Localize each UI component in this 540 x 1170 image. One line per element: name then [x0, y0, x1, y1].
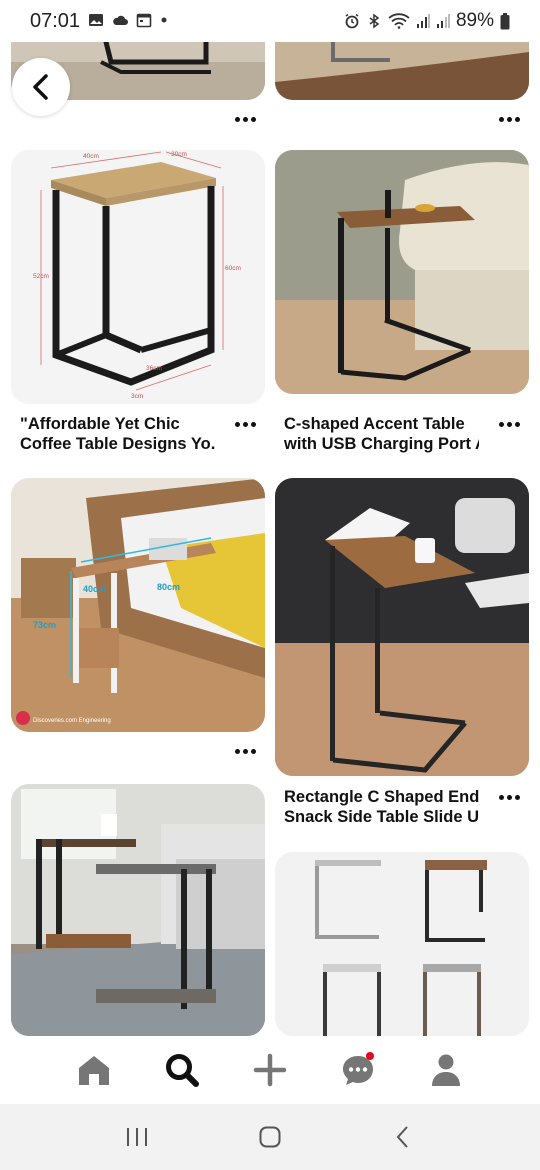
more-options-button[interactable] [495, 113, 523, 125]
home-system-button[interactable] [250, 1117, 290, 1157]
pin-image[interactable] [275, 478, 529, 776]
wifi-icon [388, 13, 410, 29]
dim-label: 73cm [33, 620, 56, 630]
nav-messages[interactable] [336, 1048, 380, 1092]
home-circle-icon [259, 1126, 281, 1148]
pin-image[interactable] [275, 150, 529, 394]
nav-create[interactable] [248, 1048, 292, 1092]
nav-search[interactable] [160, 1048, 204, 1092]
battery-icon [500, 12, 510, 29]
nav-profile[interactable] [424, 1048, 468, 1092]
pin-image[interactable] [11, 784, 265, 1036]
profile-icon [432, 1054, 460, 1086]
dim-label: 52cm [33, 273, 49, 280]
dim-label: 36cm [146, 365, 162, 372]
pin-title[interactable]: C-shaped Accent Table with USB Charging … [284, 414, 479, 454]
search-icon [166, 1054, 199, 1087]
table-photo [275, 42, 529, 100]
dim-label: 80cm [157, 582, 180, 592]
more-options-button[interactable] [231, 745, 259, 757]
back-button[interactable] [12, 58, 70, 116]
pin-title[interactable]: "Affordable Yet Chic Coffee Table Design… [20, 414, 215, 454]
alarm-icon [345, 13, 359, 29]
dim-label: 30cm [171, 151, 187, 158]
dim-label: 40cm [83, 153, 99, 160]
dim-label: 3cm [131, 393, 143, 400]
cloud-icon [113, 15, 128, 25]
chevron-left-icon [33, 74, 48, 100]
bottom-navigation [0, 1036, 540, 1104]
pin-image[interactable] [275, 852, 529, 1036]
pin-feed[interactable]: 40cm 30cm 52cm 60cm 36cm 3cm "Affordable… [0, 42, 540, 1036]
home-icon [79, 1056, 109, 1085]
dim-label: 40cm [83, 584, 106, 594]
back-system-button[interactable] [383, 1117, 423, 1157]
more-options-button[interactable] [495, 418, 523, 430]
pin-image[interactable]: 40cm 30cm 52cm 60cm 36cm 3cm [11, 150, 265, 404]
pin-image[interactable] [275, 42, 529, 100]
status-time: 07:01 [30, 10, 81, 32]
living-room-photo [11, 784, 265, 1036]
signal-icon-2 [436, 14, 450, 28]
plus-icon [253, 1053, 287, 1087]
system-navigation-bar [0, 1104, 540, 1170]
watermark-text: Discoveries.com Engineering [33, 718, 111, 724]
signal-icon [416, 14, 430, 28]
pin-title[interactable]: Rectangle C Shaped End Snack Side Table … [284, 787, 479, 827]
calendar-icon [136, 13, 152, 28]
rectangle-table-photo [275, 478, 529, 776]
notification-dot [366, 1052, 374, 1060]
dimension-table-photo: 40cm 30cm 52cm 60cm 36cm 3cm [11, 150, 265, 404]
back-chevron-icon [396, 1126, 409, 1148]
recents-button[interactable] [117, 1117, 157, 1157]
dim-label: 60cm [225, 265, 241, 272]
dot-icon [161, 17, 167, 23]
recents-icon [126, 1128, 147, 1146]
gallery-icon [89, 14, 103, 26]
more-options-button[interactable] [495, 791, 523, 803]
accent-table-photo [275, 150, 529, 394]
status-bar: 07:01 89% [0, 0, 540, 42]
nav-home[interactable] [72, 1048, 116, 1092]
pin-image[interactable]: 73cm 80cm 40cm Discoveries.com Engineeri… [11, 478, 265, 732]
bedside-table-photo: 73cm 80cm 40cm Discoveries.com Engineeri… [11, 478, 265, 732]
table-variants-photo [275, 852, 529, 1036]
more-options-button[interactable] [231, 418, 259, 430]
battery-percent: 89% [455, 10, 494, 31]
more-options-button[interactable] [231, 113, 259, 125]
bluetooth-icon [369, 13, 380, 29]
